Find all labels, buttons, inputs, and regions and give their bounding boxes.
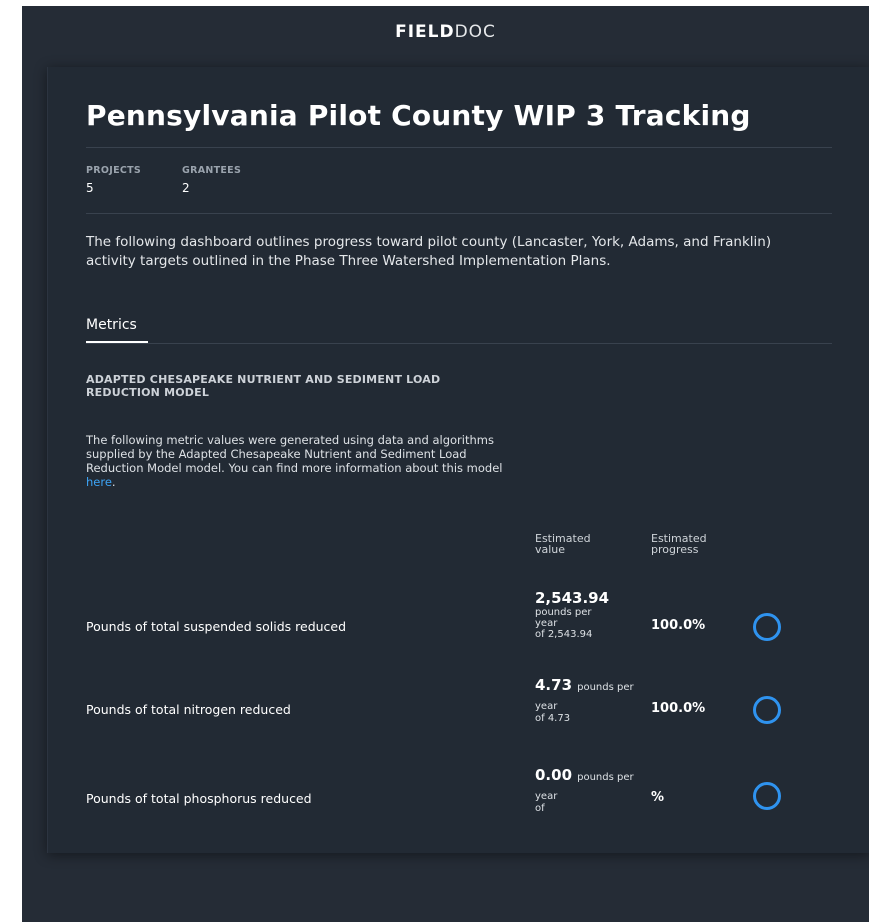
progress-percent: 100.0% <box>651 701 706 716</box>
model-title: ADAPTED CHESAPEAKE NUTRIENT AND SEDIMENT… <box>86 373 441 399</box>
grantees-count: 2 <box>182 181 190 195</box>
top-bar: FIELDDOC <box>22 6 869 58</box>
projects-stat: PROJECTS 5 <box>86 165 141 195</box>
divider <box>86 343 832 344</box>
metric-name: Pounds of total phosphorus reduced <box>86 791 312 806</box>
metric-target: of 2,543.94 <box>535 629 593 640</box>
model-info-link[interactable]: here <box>86 475 112 489</box>
progress-percent: % <box>651 790 665 805</box>
metric-value: 4.73 <box>535 676 573 694</box>
progress-ring-icon <box>753 613 781 641</box>
brand-logo[interactable]: FIELDDOC <box>22 22 869 42</box>
tab-metrics[interactable]: Metrics <box>86 317 137 333</box>
metric-row: Pounds of total suspended solids reduced… <box>48 589 869 669</box>
dashboard-card: Pennsylvania Pilot County WIP 3 Tracking… <box>47 67 869 853</box>
model-description: The following metric values were generat… <box>86 433 503 489</box>
grantees-stat: GRANTEES 2 <box>182 165 241 195</box>
metric-target: of <box>535 803 545 814</box>
metric-name: Pounds of total nitrogen reduced <box>86 702 291 717</box>
metric-name: Pounds of total suspended solids reduced <box>86 619 347 634</box>
divider <box>86 213 832 214</box>
divider <box>86 147 832 148</box>
dashboard-description: The following dashboard outlines progres… <box>86 234 772 269</box>
estimated-progress-header-label: Estimated progress <box>651 532 707 556</box>
metric-value: 0.00 <box>535 766 573 784</box>
estimated-value: 4.73 pounds per year of 4.73 <box>535 675 635 724</box>
progress-ring-icon <box>753 696 781 724</box>
projects-count: 5 <box>86 181 94 195</box>
metric-value: 2,543.94 <box>535 589 610 607</box>
grantees-label: GRANTEES <box>182 165 242 176</box>
estimated-progress-header: Estimated progress <box>651 533 721 555</box>
projects-label: PROJECTS <box>86 165 142 176</box>
progress-ring-icon <box>753 782 781 810</box>
estimated-value: 2,543.94 pounds per year of 2,543.94 <box>535 589 635 640</box>
app-window: FIELDDOC Pennsylvania Pilot County WIP 3… <box>22 6 869 922</box>
estimated-value-header-label: Estimated value <box>535 532 591 556</box>
page-title: Pennsylvania Pilot County WIP 3 Tracking <box>86 99 751 132</box>
progress-percent: 100.0% <box>651 618 706 633</box>
metric-unit: pounds per year <box>535 607 592 629</box>
metric-target: of 4.73 <box>535 713 571 724</box>
metric-row: Pounds of total nitrogen reduced 4.73 po… <box>48 675 869 755</box>
estimated-value-header: Estimated value <box>535 533 605 555</box>
metric-row: Pounds of total phosphorus reduced 0.00 … <box>48 765 869 845</box>
estimated-value: 0.00 pounds per year of <box>535 765 635 814</box>
